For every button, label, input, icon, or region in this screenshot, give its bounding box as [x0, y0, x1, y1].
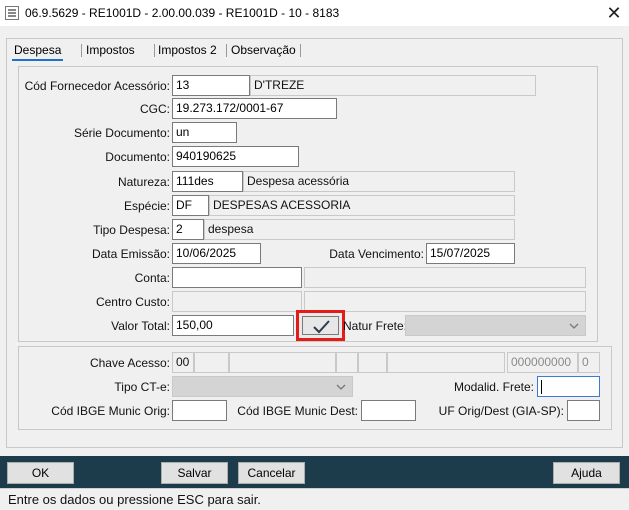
confirm-button[interactable]: [296, 310, 345, 341]
ok-button[interactable]: OK: [7, 462, 74, 484]
centro-custo-input[interactable]: [172, 291, 302, 312]
especie-label: Espécie:: [123, 199, 170, 213]
window-title: 06.9.5629 - RE1001D - 2.00.00.039 - RE10…: [25, 6, 340, 20]
ibge-dest-input[interactable]: [361, 400, 416, 421]
chave-acesso-number[interactable]: 000000000: [507, 352, 578, 373]
tipo-cte-label: Tipo CT-e:: [114, 380, 170, 394]
ibge-orig-label: Cód IBGE Munic Orig:: [51, 404, 170, 418]
documento-label: Documento:: [105, 150, 170, 164]
button-bar: [0, 456, 629, 488]
tab-separator: [81, 44, 82, 57]
tab-despesa[interactable]: Despesa: [12, 41, 64, 61]
cancel-button[interactable]: Cancelar: [238, 462, 305, 484]
natur-frete-select[interactable]: [405, 315, 586, 336]
chevron-down-icon: [569, 323, 579, 329]
tab-impostos-2[interactable]: Impostos 2: [156, 41, 219, 61]
centro-custo-desc: [304, 291, 586, 312]
conta-input[interactable]: [172, 267, 302, 288]
status-bar: Entre os dados ou pressione ESC para sai…: [0, 488, 629, 510]
tab-impostos[interactable]: Impostos: [84, 41, 137, 61]
cod-fornecedor-label: Cód Fornecedor Acessório:: [24, 79, 170, 93]
chave-acesso-part-6[interactable]: [387, 352, 505, 373]
app-icon: [5, 6, 19, 20]
natureza-input[interactable]: 111des: [172, 171, 243, 192]
save-button[interactable]: Salvar: [161, 462, 228, 484]
serie-label: Série Documento:: [73, 126, 170, 140]
status-text: Entre os dados ou pressione ESC para sai…: [8, 492, 261, 507]
tipo-despesa-label: Tipo Despesa:: [93, 223, 170, 237]
centro-custo-label: Centro Custo:: [95, 295, 170, 309]
text-caret: [541, 379, 542, 394]
especie-desc: DESPESAS ACESSORIA: [209, 195, 515, 216]
serie-input[interactable]: un: [172, 122, 237, 143]
data-emissao-input[interactable]: 10/06/2025: [172, 243, 261, 264]
help-button[interactable]: Ajuda: [553, 462, 620, 484]
natureza-label: Natureza:: [117, 175, 170, 189]
natureza-desc: Despesa acessória: [243, 171, 515, 192]
tipo-despesa-desc: despesa: [204, 219, 515, 240]
uf-orig-dest-label: UF Orig/Dest (GIA-SP):: [438, 404, 564, 418]
natur-frete-label: Natur Frete:: [343, 319, 408, 333]
cod-fornecedor-input[interactable]: 13: [172, 75, 250, 96]
cgc-input[interactable]: 19.273.172/0001-67: [172, 98, 337, 119]
data-vencimento-label: Data Vencimento:: [329, 247, 424, 261]
fornecedor-name: D'TREZE: [250, 75, 536, 96]
chave-acesso-label: Chave Acesso:: [89, 356, 170, 370]
check-icon: [313, 320, 330, 334]
tipo-cte-select[interactable]: [172, 376, 353, 397]
title-bar: 06.9.5629 - RE1001D - 2.00.00.039 - RE10…: [0, 0, 629, 26]
chave-acesso-part-4[interactable]: [336, 352, 358, 373]
especie-input[interactable]: DF: [172, 195, 209, 216]
conta-desc: [304, 267, 586, 288]
cgc-label: CGC:: [140, 102, 170, 116]
ibge-orig-input[interactable]: [172, 400, 227, 421]
valor-total-input[interactable]: 150,00: [172, 315, 294, 336]
tab-separator: [226, 44, 227, 57]
confirm-button-face: [302, 316, 339, 335]
data-emissao-label: Data Emissão:: [91, 247, 170, 261]
valor-total-label: Valor Total:: [111, 319, 170, 333]
conta-label: Conta:: [134, 271, 170, 285]
tab-separator: [154, 44, 155, 57]
chave-acesso-part-2[interactable]: [194, 352, 229, 373]
documento-input[interactable]: 940190625: [172, 146, 299, 167]
modalid-frete-input[interactable]: [537, 376, 600, 397]
close-button[interactable]: ✕: [599, 0, 629, 26]
tab-separator: [300, 44, 301, 57]
chevron-down-icon: [336, 384, 346, 390]
chave-acesso-dv[interactable]: 0: [578, 352, 600, 373]
tab-observacao[interactable]: Observação: [229, 41, 298, 61]
tipo-despesa-input[interactable]: 2: [172, 219, 204, 240]
chave-acesso-part-3[interactable]: [229, 352, 336, 373]
uf-orig-dest-input[interactable]: [567, 400, 600, 421]
chave-acesso-part-1[interactable]: 00: [172, 352, 194, 373]
modalid-frete-label: Modalid. Frete:: [453, 380, 534, 394]
ibge-dest-label: Cód IBGE Munic Dest:: [237, 404, 358, 418]
chave-acesso-part-5[interactable]: [358, 352, 387, 373]
data-vencimento-input[interactable]: 15/07/2025: [426, 243, 515, 264]
